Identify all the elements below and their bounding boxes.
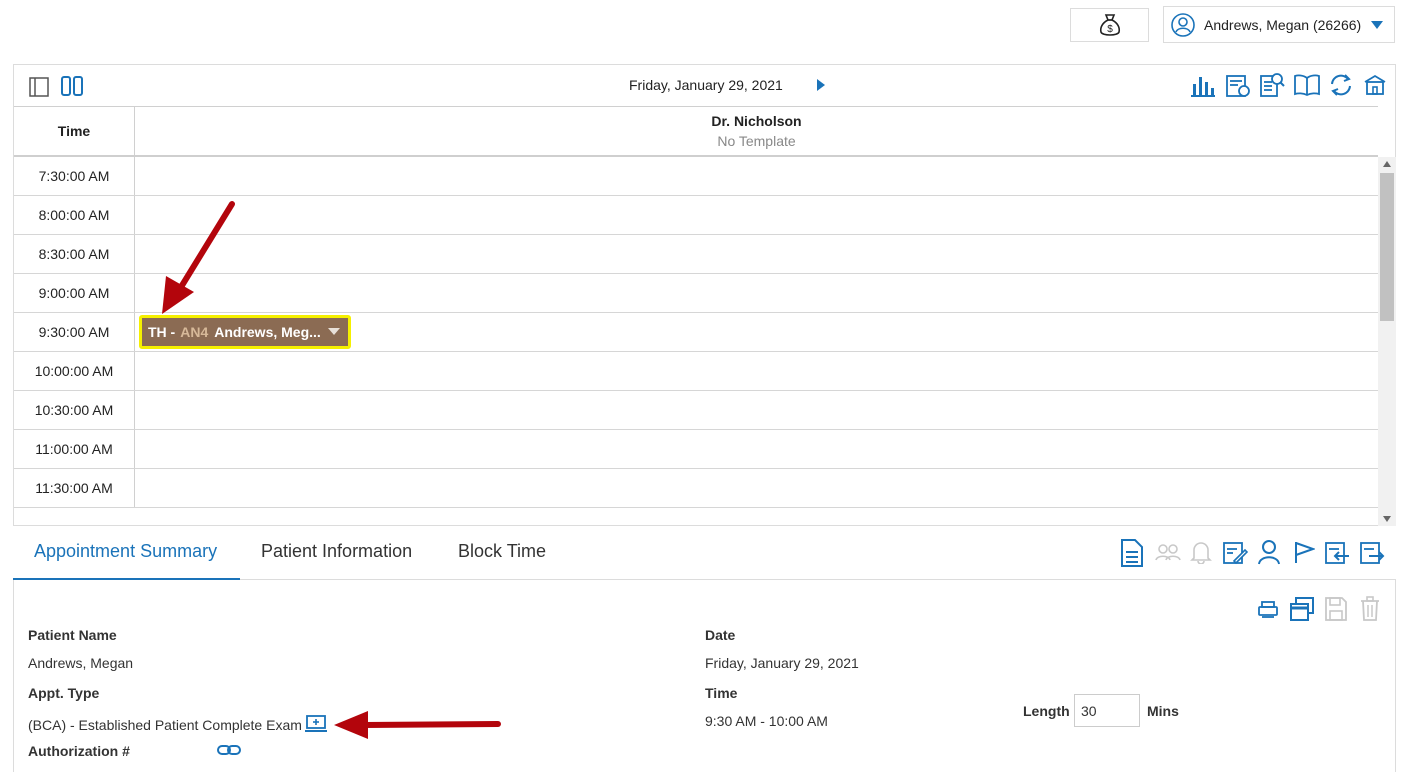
tab-appointment-summary[interactable]: Appointment Summary (34, 541, 217, 562)
time-slot-cell[interactable] (135, 235, 1378, 273)
time-slot-label: 11:30:00 AM (14, 469, 135, 507)
user-name: Andrews, Megan (26266) (1204, 16, 1362, 33)
provider-name: Dr. Nicholson (711, 113, 802, 129)
time-column-header: Time (14, 107, 135, 155)
patient-name-value: Andrews, Megan (28, 655, 134, 671)
time-slot-label: 10:00:00 AM (14, 352, 135, 390)
time-slot-row[interactable]: 7:30:00 AM (14, 157, 1378, 196)
appt-type-value: (BCA) - Established Patient Complete Exa… (28, 717, 302, 733)
tab-block-time[interactable]: Block Time (458, 541, 546, 562)
schedule-report-icon[interactable] (1225, 74, 1251, 98)
time-slot-row[interactable]: 11:30:00 AM (14, 469, 1378, 508)
time-slot-cell[interactable] (135, 469, 1378, 507)
trash-icon (1361, 596, 1379, 621)
add-procedure-laptop-icon[interactable] (304, 714, 328, 734)
time-slot-row[interactable]: 9:30:00 AM TH - AN4 Andrews, Meg... (14, 313, 1378, 352)
open-book-icon[interactable] (1293, 74, 1321, 96)
time-slot-cell[interactable] (135, 391, 1378, 429)
time-slot-cell[interactable] (135, 430, 1378, 468)
check-in-icon[interactable] (1324, 541, 1350, 565)
time-slot-label: 9:30:00 AM (14, 313, 135, 351)
patient-name-label: Patient Name (28, 627, 117, 643)
calendar-toolbar: Friday, January 29, 2021 (14, 65, 1395, 107)
calendar-date: Friday, January 29, 2021 (629, 77, 783, 93)
appointment-prefix: TH - (148, 324, 176, 340)
time-slot-label: 7:30:00 AM (14, 157, 135, 195)
scrollbar-thumb[interactable] (1380, 173, 1394, 321)
appointment-patient: Andrews, Meg... (214, 324, 321, 340)
chevron-down-icon (1371, 20, 1383, 29)
family-members-icon (1155, 544, 1181, 561)
scroll-up-icon[interactable] (1383, 161, 1391, 167)
duplicate-window-icon[interactable] (1289, 596, 1315, 622)
appointment-summary-panel: Patient Name Andrews, Megan Appt. Type (… (13, 580, 1396, 772)
length-unit: Mins (1147, 703, 1179, 719)
user-circle-icon (1171, 12, 1195, 37)
time-value: 9:30 AM - 10:00 AM (705, 713, 828, 729)
multi-column-view-icon[interactable] (61, 76, 83, 96)
scroll-down-icon[interactable] (1383, 516, 1391, 522)
time-slot-row[interactable]: 10:30:00 AM (14, 391, 1378, 430)
print-icon[interactable] (1257, 600, 1279, 620)
user-menu[interactable]: Andrews, Megan (26266) (1163, 6, 1395, 43)
time-slot-cell[interactable]: TH - AN4 Andrews, Meg... (135, 313, 1378, 351)
date-value: Friday, January 29, 2021 (705, 655, 859, 671)
refresh-icon[interactable] (1328, 72, 1354, 98)
provider-column-header: Dr. Nicholson No Template (135, 107, 1378, 155)
time-slot-row[interactable]: 11:00:00 AM (14, 430, 1378, 469)
check-out-icon[interactable] (1359, 541, 1385, 565)
single-column-view-icon[interactable] (29, 77, 49, 97)
schedule-calendar: Friday, January 29, 2021 Time Dr. Nichol… (13, 64, 1396, 526)
length-label: Length (1023, 703, 1070, 719)
time-slot-label: 11:00:00 AM (14, 430, 135, 468)
provider-template: No Template (717, 133, 796, 149)
person-icon[interactable] (1257, 539, 1281, 565)
time-slot-label: 8:00:00 AM (14, 196, 135, 234)
appointment-code: AN4 (180, 324, 209, 340)
tab-patient-information[interactable]: Patient Information (261, 541, 412, 562)
time-slot-cell[interactable] (135, 196, 1378, 234)
time-slot-label: 8:30:00 AM (14, 235, 135, 273)
time-slot-cell[interactable] (135, 157, 1378, 195)
svg-text:$: $ (1107, 24, 1113, 35)
edit-note-icon[interactable] (1222, 541, 1248, 565)
date-label: Date (705, 627, 736, 643)
appointment-block[interactable]: TH - AN4 Andrews, Meg... (139, 315, 351, 349)
document-icon[interactable] (1120, 538, 1144, 568)
time-slot-cell[interactable] (135, 274, 1378, 312)
office-building-icon[interactable] (1363, 74, 1387, 96)
time-slot-row[interactable]: 10:00:00 AM (14, 352, 1378, 391)
time-slot-cell[interactable] (135, 352, 1378, 390)
detail-tabs: Appointment Summary Patient Information … (13, 526, 1396, 580)
save-icon (1325, 597, 1347, 621)
bar-chart-icon[interactable] (1190, 74, 1216, 98)
flag-icon[interactable] (1293, 540, 1315, 564)
length-input[interactable] (1074, 694, 1140, 727)
appointment-menu-caret-icon[interactable] (328, 328, 340, 336)
bell-icon (1190, 542, 1212, 564)
time-slot-label: 9:00:00 AM (14, 274, 135, 312)
time-slot-label: 10:30:00 AM (14, 391, 135, 429)
schedule-scrollbar[interactable] (1378, 157, 1396, 526)
schedule-header: Time Dr. Nicholson No Template (14, 106, 1378, 157)
authorization-label: Authorization # (28, 743, 130, 759)
link-icon[interactable] (217, 743, 241, 757)
time-slot-row[interactable]: 9:00:00 AM (14, 274, 1378, 313)
document-search-icon[interactable] (1259, 72, 1285, 98)
billing-button[interactable]: $ (1070, 8, 1149, 42)
appt-type-label: Appt. Type (28, 685, 100, 701)
time-slots: 7:30:00 AM 8:00:00 AM 8:30:00 AM 9:00:00… (14, 157, 1378, 526)
next-day-arrow-icon[interactable] (816, 78, 826, 92)
time-label: Time (705, 685, 738, 701)
time-slot-row[interactable]: 8:00:00 AM (14, 196, 1378, 235)
time-slot-row[interactable]: 8:30:00 AM (14, 235, 1378, 274)
money-bag-icon: $ (1099, 14, 1120, 36)
